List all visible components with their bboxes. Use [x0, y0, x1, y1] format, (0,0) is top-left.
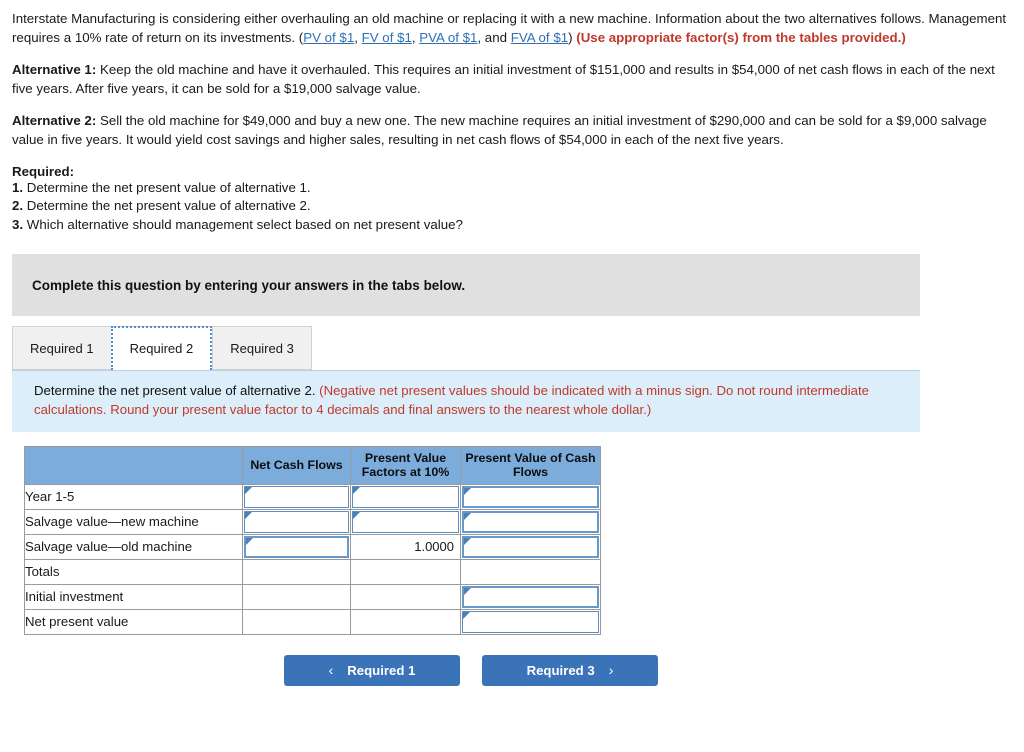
chevron-right-icon: ›: [608, 662, 614, 679]
alternative-2-label: Alternative 2:: [12, 113, 97, 129]
link-fva-of-1[interactable]: FVA of $1: [511, 30, 568, 45]
required-item-3-text: Which alternative should management sele…: [23, 216, 463, 232]
link-sep-1: ,: [354, 29, 362, 45]
row-label-totals: Totals: [24, 558, 243, 585]
alternative-2-paragraph: Alternative 2: Sell the old machine for …: [12, 112, 1007, 149]
required-item-1-number: 1.: [12, 179, 24, 195]
cell-year15-pv-cash-flows[interactable]: [460, 483, 601, 510]
input-salvagenew-net-cash-flows[interactable]: [244, 510, 349, 533]
alternative-1-paragraph: Alternative 1: Keep the old machine and …: [12, 61, 1007, 98]
header-net-cash-flows: Net Cash Flows: [242, 445, 351, 485]
cell-totals-pv-factor: [350, 558, 461, 585]
tab-required-2[interactable]: Required 2: [110, 326, 213, 371]
row-label-salvage-old-machine: Salvage value—old machine: [24, 533, 243, 560]
instruction-panel: Determine the net present value of alter…: [12, 370, 920, 432]
input-salvagenew-pv-cash-flows[interactable]: [462, 510, 599, 533]
table-row: Salvage value—old machine 1.0000: [24, 533, 601, 560]
cell-npv-net-cash-flows: [242, 608, 351, 635]
cell-salvageold-pv-cash-flows[interactable]: [460, 533, 601, 560]
row-label-initial-investment: Initial investment: [24, 583, 243, 610]
table-row: Net present value: [24, 608, 601, 635]
problem-intro-tail: ): [568, 29, 573, 45]
table-header-row: Net Cash Flows Present Value Factors at …: [24, 445, 601, 485]
required-item-1: 1. Determine the net present value of al…: [12, 179, 1012, 198]
cell-totals-net-cash-flows: [242, 558, 351, 585]
input-salvageold-net-cash-flows[interactable]: [244, 535, 349, 558]
cell-initialinv-pv-cash-flows[interactable]: [460, 583, 601, 610]
required-item-1-text: Determine the net present value of alter…: [23, 179, 311, 195]
cell-salvagenew-pv-cash-flows[interactable]: [460, 508, 601, 535]
table-row: Year 1-5: [24, 483, 601, 510]
complete-question-banner: Complete this question by entering your …: [12, 254, 920, 317]
required-item-2: 2. Determine the net present value of al…: [12, 197, 1012, 216]
alternative-2-text: Sell the old machine for $49,000 and buy…: [12, 113, 987, 148]
alternative-1-label: Alternative 1:: [12, 62, 97, 78]
cell-initialinv-net-cash-flows: [242, 583, 351, 610]
table-row: Totals: [24, 558, 601, 585]
required-item-3: 3. Which alternative should management s…: [12, 216, 1012, 235]
row-label-year-1-5: Year 1-5: [24, 483, 243, 510]
cell-salvageold-net-cash-flows[interactable]: [242, 533, 351, 560]
tab-navigation-buttons: ‹ Required 1 Required 3 ›: [284, 654, 1012, 686]
header-row-label: [24, 445, 243, 485]
input-net-present-value[interactable]: [462, 610, 599, 633]
value-salvageold-pv-factor: 1.0000: [414, 539, 454, 555]
cell-npv-pv-cash-flows[interactable]: [460, 608, 601, 635]
row-label-salvage-new-machine: Salvage value—new machine: [24, 508, 243, 535]
previous-required-1-button[interactable]: ‹ Required 1: [284, 654, 460, 686]
table-row: Initial investment: [24, 583, 601, 610]
cell-npv-pv-factor: [350, 608, 461, 635]
required-heading: Required:: [12, 163, 75, 179]
cell-year15-net-cash-flows[interactable]: [242, 483, 351, 510]
link-pva-of-1[interactable]: PVA of $1: [419, 30, 477, 45]
header-present-value-factors: Present Value Factors at 10%: [350, 445, 461, 485]
tab-required-1[interactable]: Required 1: [12, 326, 111, 371]
chevron-left-icon: ‹: [328, 662, 334, 679]
tab-required-3[interactable]: Required 3: [212, 326, 312, 371]
required-item-3-number: 3.: [12, 216, 24, 232]
use-factors-note: (Use appropriate factor(s) from the tabl…: [576, 29, 906, 45]
row-label-net-present-value: Net present value: [24, 608, 243, 635]
requirement-tabs: Required 1 Required 2 Required 3: [12, 326, 1012, 371]
cell-totals-pv-cash-flows: [460, 558, 601, 585]
instruction-question: Determine the net present value of alter…: [34, 383, 320, 399]
table-row: Salvage value—new machine: [24, 508, 601, 535]
cell-year15-pv-factor[interactable]: [350, 483, 461, 510]
link-fv-of-1[interactable]: FV of $1: [362, 30, 412, 45]
input-year15-pv-cash-flows[interactable]: [462, 485, 599, 508]
input-salvagenew-pv-factor[interactable]: [352, 510, 459, 533]
input-salvageold-pv-cash-flows[interactable]: [462, 535, 599, 558]
input-year15-net-cash-flows[interactable]: [244, 485, 349, 508]
alternative-1-text: Keep the old machine and have it overhau…: [12, 62, 995, 96]
header-present-value-of-cash-flows: Present Value of Cash Flows: [460, 445, 601, 485]
required-item-2-text: Determine the net present value of alter…: [23, 198, 311, 214]
previous-button-label: Required 1: [347, 662, 416, 678]
problem-intro: Interstate Manufacturing is considering …: [12, 10, 1007, 47]
cell-salvagenew-pv-factor[interactable]: [350, 508, 461, 535]
cell-salvagenew-net-cash-flows[interactable]: [242, 508, 351, 535]
cell-salvageold-pv-factor: 1.0000: [350, 533, 461, 560]
required-item-2-number: 2.: [12, 198, 24, 214]
input-year15-pv-factor[interactable]: [352, 485, 459, 508]
link-pv-of-1[interactable]: PV of $1: [303, 30, 354, 45]
question-page: Interstate Manufacturing is considering …: [0, 0, 1024, 686]
next-required-3-button[interactable]: Required 3 ›: [482, 654, 658, 686]
npv-answer-table: Net Cash Flows Present Value Factors at …: [24, 445, 601, 635]
next-button-label: Required 3: [526, 662, 595, 678]
link-sep-3: , and: [477, 29, 511, 45]
cell-initialinv-pv-factor: [350, 583, 461, 610]
input-initial-investment-pv-cash-flows[interactable]: [462, 585, 599, 608]
